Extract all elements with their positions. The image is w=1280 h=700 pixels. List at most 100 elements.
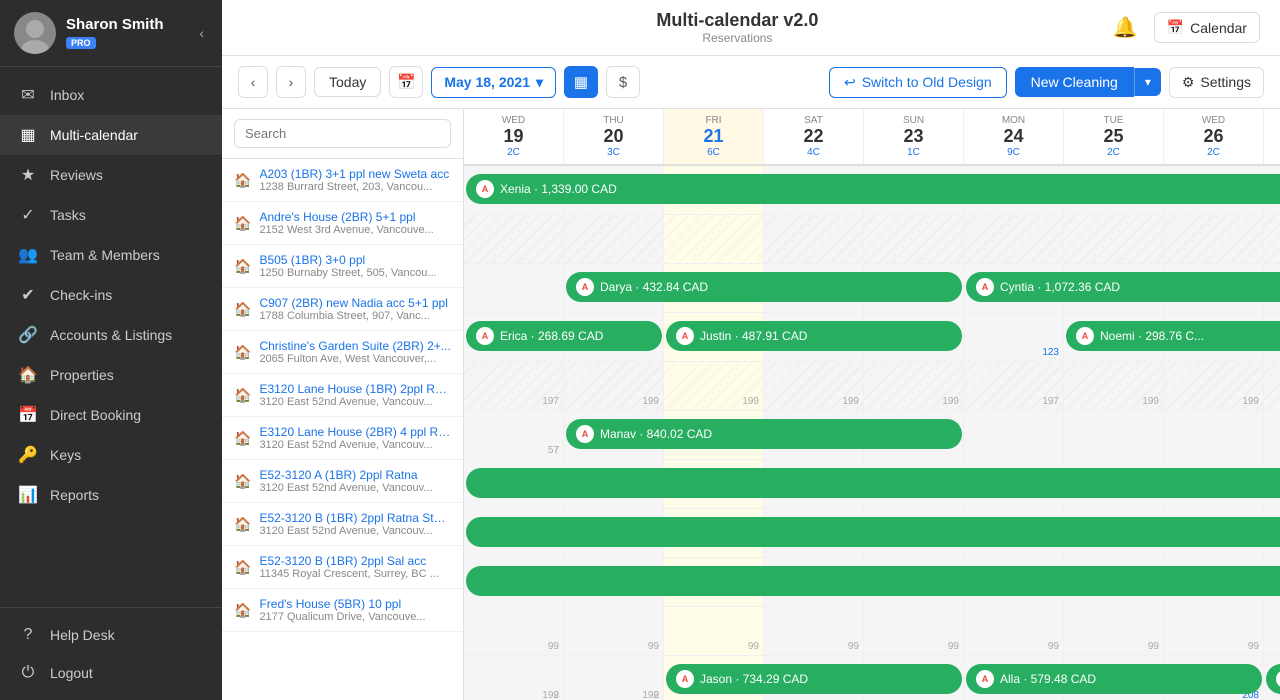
- property-address: 2065 Fulton Ave, West Vancouver,...: [259, 353, 451, 365]
- grid-cell[interactable]: 199: [664, 362, 764, 410]
- property-item[interactable]: 🏠 E52-3120 B (1BR) 2ppl Sal acc 11345 Ro…: [222, 546, 463, 589]
- grid-cell[interactable]: 99: [1064, 607, 1164, 655]
- sidebar-item-reviews[interactable]: ★ Reviews: [0, 155, 222, 195]
- grid-cell[interactable]: 2199: [564, 656, 664, 700]
- new-cleaning-button[interactable]: New Cleaning: [1015, 67, 1134, 97]
- sidebar-item-team-members[interactable]: 👥 Team & Members: [0, 235, 222, 275]
- grid-cell[interactable]: [464, 215, 564, 263]
- grid-view-button[interactable]: ▦: [564, 66, 598, 98]
- grid-cell[interactable]: 99: [864, 607, 964, 655]
- booking-bar-container[interactable]: AHa...: [1264, 664, 1280, 694]
- grid-cell[interactable]: 197: [464, 362, 564, 410]
- new-cleaning-dropdown-button[interactable]: ▾: [1134, 68, 1161, 96]
- property-item[interactable]: 🏠 E3120 Lane House (1BR) 2ppl Rat... 312…: [222, 374, 463, 417]
- booking-bar-label: Erica · 268.69 CAD: [500, 329, 603, 343]
- booking-bar-container[interactable]: [464, 468, 1280, 498]
- grid-cell[interactable]: 197: [964, 362, 1064, 410]
- grid-cell[interactable]: 99: [564, 607, 664, 655]
- property-item[interactable]: 🏠 B505 (1BR) 3+0 ppl 1250 Burnaby Street…: [222, 245, 463, 288]
- grid-cell[interactable]: 198: [1264, 362, 1280, 410]
- booking-bar-container[interactable]: AAlla · 579.48 CAD: [964, 664, 1264, 694]
- grid-cell[interactable]: 99: [764, 607, 864, 655]
- booking-bar-container[interactable]: AJason · 734.29 CAD: [664, 664, 964, 694]
- property-item[interactable]: 🏠 E3120 Lane House (2BR) 4 ppl Rat... 31…: [222, 417, 463, 460]
- property-item[interactable]: 🏠 Christine's Garden Suite (2BR) 2+... 2…: [222, 331, 463, 374]
- grid-cell[interactable]: 99: [1264, 607, 1280, 655]
- property-item[interactable]: 🏠 E52-3120 B (1BR) 2ppl Ratna Stea... 31…: [222, 503, 463, 546]
- booking-bar-container[interactable]: AXenia · 1,339.00 CAD: [464, 174, 1280, 204]
- sidebar-item-check-ins[interactable]: ✔ Check-ins: [0, 275, 222, 315]
- booking-bar-container[interactable]: AJustin · 487.91 CAD: [664, 321, 964, 351]
- sidebar-item-reports[interactable]: 📊 Reports: [0, 475, 222, 515]
- sidebar-item-logout[interactable]: ⏻ Logout: [0, 654, 222, 692]
- sidebar-item-keys[interactable]: 🔑 Keys: [0, 435, 222, 475]
- booking-bar-container[interactable]: ADarya · 432.84 CAD: [564, 272, 964, 302]
- sidebar-item-accounts-listings[interactable]: 🔗 Accounts & Listings: [0, 315, 222, 355]
- grid-cell[interactable]: 99: [664, 607, 764, 655]
- grid-cell[interactable]: [1064, 411, 1164, 459]
- property-address: 3120 East 52nd Avenue, Vancouv...: [259, 482, 451, 494]
- grid-cell[interactable]: 99: [1164, 607, 1264, 655]
- notification-bell-icon[interactable]: 🔔: [1113, 15, 1138, 40]
- sidebar-item-direct-booking[interactable]: 📅 Direct Booking: [0, 395, 222, 435]
- grid-cell[interactable]: [564, 215, 664, 263]
- settings-button[interactable]: ⚙ Settings: [1169, 67, 1264, 98]
- sidebar-item-inbox[interactable]: ✉ Inbox: [0, 75, 222, 115]
- property-item[interactable]: 🏠 Fred's House (5BR) 10 ppl 2177 Qualicu…: [222, 589, 463, 632]
- grid-cell[interactable]: [964, 215, 1064, 263]
- sidebar-collapse-button[interactable]: ‹: [195, 21, 208, 45]
- property-item[interactable]: 🏠 A203 (1BR) 3+1 ppl new Sweta acc 1238 …: [222, 159, 463, 202]
- property-name: E52-3120 A (1BR) 2ppl Ratna: [259, 468, 451, 482]
- grid-cell[interactable]: 199: [864, 362, 964, 410]
- grid-cell[interactable]: [764, 215, 864, 263]
- grid-cell[interactable]: [864, 215, 964, 263]
- property-item[interactable]: 🏠 Andre's House (2BR) 5+1 ppl 2152 West …: [222, 202, 463, 245]
- booking-bar-container[interactable]: [464, 566, 1280, 596]
- grid-cell[interactable]: 199: [1064, 362, 1164, 410]
- sidebar-item-label-inbox: Inbox: [50, 87, 84, 103]
- grid-cell[interactable]: [664, 215, 764, 263]
- calendar-button[interactable]: 📅 Calendar: [1154, 12, 1260, 43]
- dollar-view-button[interactable]: $: [606, 66, 640, 98]
- grid-cell[interactable]: 99: [964, 607, 1064, 655]
- grid-cell[interactable]: 2199: [464, 656, 564, 700]
- airbnb-logo-icon: A: [1076, 327, 1094, 345]
- grid-cell[interactable]: 757: [464, 411, 564, 459]
- sidebar-item-multi-calendar[interactable]: ▦ Multi-calendar: [0, 115, 222, 155]
- property-item[interactable]: 🏠 C907 (2BR) new Nadia acc 5+1 ppl 1788 …: [222, 288, 463, 331]
- home-icon: 🏠: [234, 387, 251, 404]
- booking-bar-container[interactable]: AManav · 840.02 CAD: [564, 419, 964, 449]
- property-item[interactable]: 🏠 E52-3120 A (1BR) 2ppl Ratna 3120 East …: [222, 460, 463, 503]
- sidebar-item-label-check-ins: Check-ins: [50, 287, 112, 303]
- booking-bar-container[interactable]: ANoemi · 298.76 C...: [1064, 321, 1280, 351]
- grid-cell[interactable]: [1064, 215, 1164, 263]
- today-button[interactable]: Today: [314, 67, 381, 97]
- cell-stripe-pattern: [1264, 362, 1280, 410]
- grid-cell[interactable]: 99: [464, 607, 564, 655]
- grid-cell[interactable]: [1164, 215, 1264, 263]
- sidebar-item-help-desk[interactable]: ? Help Desk: [0, 616, 222, 654]
- grid-cell[interactable]: 199: [764, 362, 864, 410]
- grid-cell[interactable]: 199: [564, 362, 664, 410]
- sidebar-item-tasks[interactable]: ✓ Tasks: [0, 195, 222, 235]
- sidebar-user-name: Sharon Smith: [66, 16, 185, 33]
- switch-old-design-button[interactable]: ↩ Switch to Old Design: [829, 67, 1007, 98]
- grid-cell[interactable]: [1264, 411, 1280, 459]
- booking-bar-container[interactable]: [464, 517, 1280, 547]
- grid-cell[interactable]: [1264, 215, 1280, 263]
- booking-bar-container[interactable]: ACyntia · 1,072.36 CAD: [964, 272, 1280, 302]
- calendar-grid[interactable]: WED 19 2C THU 20 3C FRI 21 6C SAT 22 4C …: [464, 109, 1280, 700]
- grid-cell[interactable]: 199: [1164, 362, 1264, 410]
- grid-cell[interactable]: [964, 411, 1064, 459]
- home-icon: 🏠: [234, 473, 251, 490]
- booking-bar-container[interactable]: AErica · 268.69 CAD: [464, 321, 664, 351]
- grid-cell[interactable]: [1164, 411, 1264, 459]
- sidebar-item-properties[interactable]: 🏠 Properties: [0, 355, 222, 395]
- next-button[interactable]: ›: [276, 66, 306, 98]
- calendar-view-icon-button[interactable]: 📅: [389, 66, 423, 98]
- property-search-input[interactable]: [234, 119, 451, 148]
- grid-cell[interactable]: [464, 264, 564, 312]
- date-picker[interactable]: May 18, 2021 ▾: [431, 67, 556, 98]
- prev-button[interactable]: ‹: [238, 66, 268, 98]
- grid-cell[interactable]: 123: [964, 313, 1064, 361]
